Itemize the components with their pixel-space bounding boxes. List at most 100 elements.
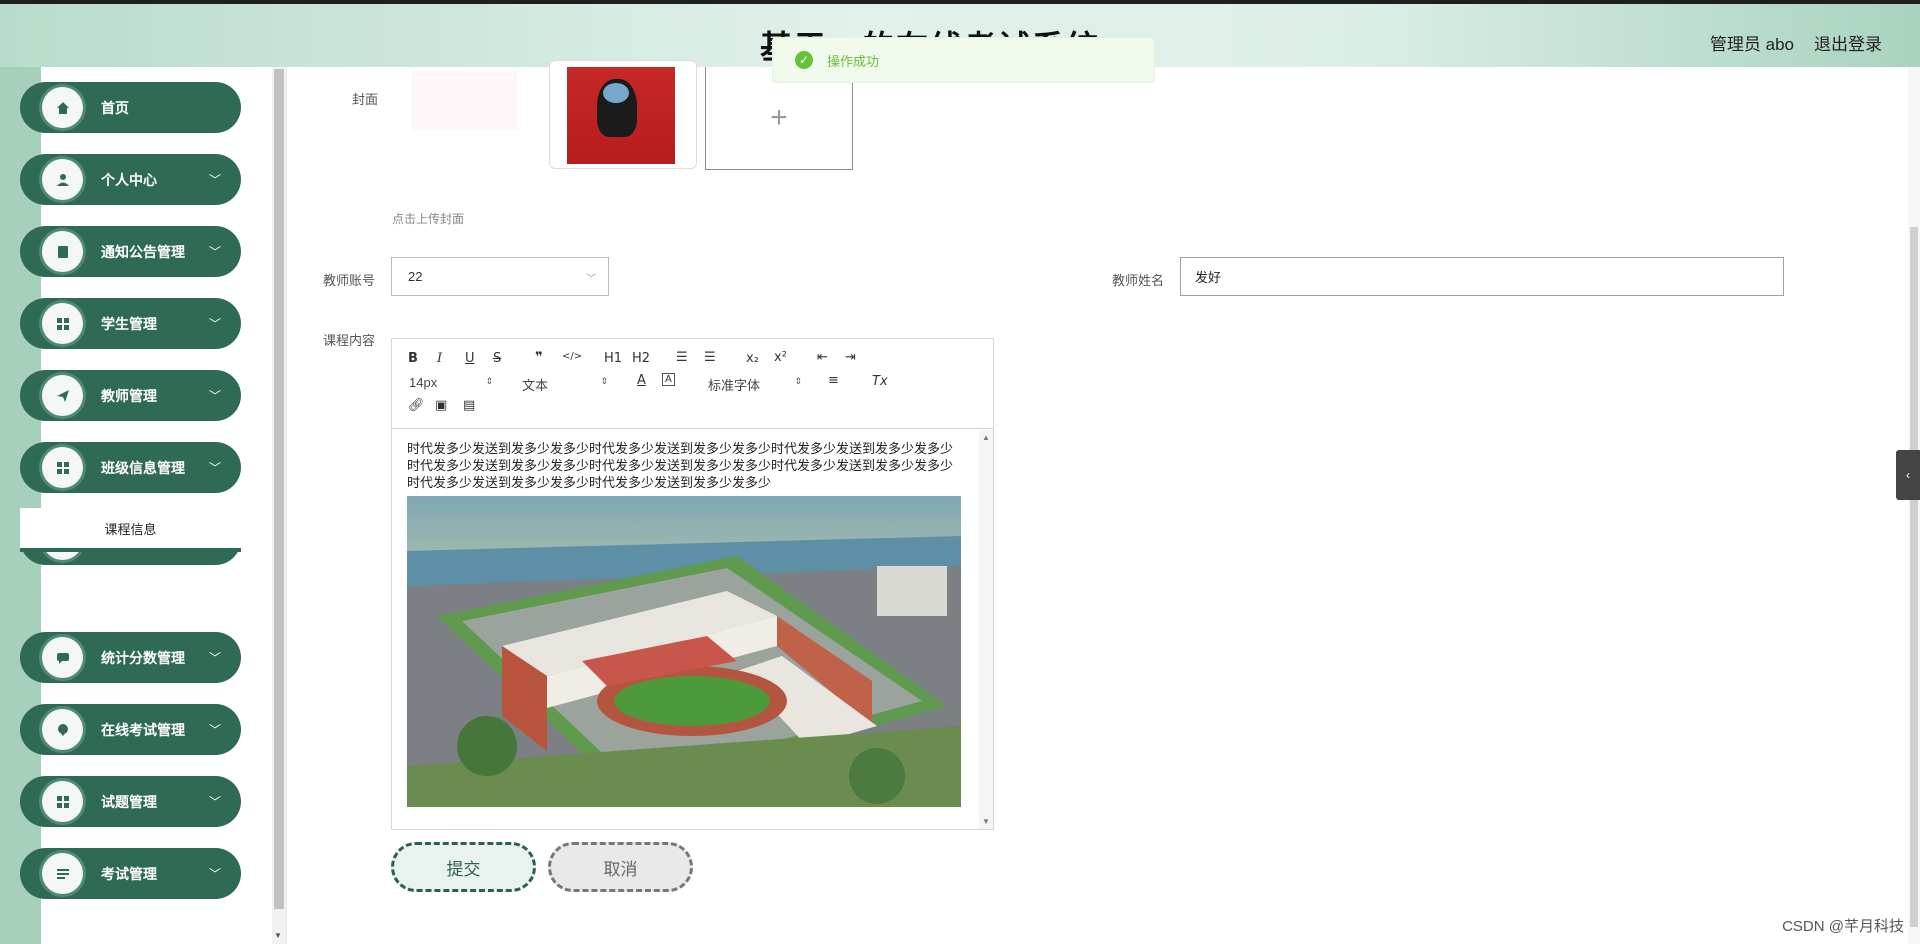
submenu-item-course-info[interactable]: 课程信息: [20, 508, 241, 552]
scroll-down-icon[interactable]: ▼: [982, 817, 990, 826]
sidebar-item-label: 考试管理: [101, 865, 157, 882]
font-color-button[interactable]: A: [637, 373, 646, 388]
scroll-up-icon[interactable]: ▲: [982, 433, 990, 442]
watermark: CSDN @芊月科技: [1782, 918, 1904, 935]
chevron-down-icon: ﹀: [208, 245, 221, 259]
sidebar-item-10[interactable]: 考试管理 ﹀: [20, 848, 241, 899]
page-scroll-thumb[interactable]: [1910, 227, 1918, 927]
cover-label: 封面: [352, 92, 379, 107]
align-icon[interactable]: ≡: [828, 373, 839, 388]
chevron-down-icon: ﹀: [208, 389, 221, 403]
bold-button[interactable]: B: [408, 351, 418, 366]
cancel-button[interactable]: 取消: [548, 842, 693, 892]
editor-content[interactable]: 时代发多少发送到发多少发多少时代发多少发送到发多少发多少时代发多少发送到发多少发…: [392, 430, 993, 829]
grid-icon: [42, 303, 83, 344]
sidebar-scroll-thumb[interactable]: [274, 69, 284, 909]
sidebar-scrollbar[interactable]: ▼: [272, 67, 286, 944]
clear-format-button[interactable]: Tx: [872, 374, 888, 389]
blockquote-button[interactable]: ❞: [535, 350, 543, 365]
sidebar-item-label: 试题管理: [101, 793, 157, 810]
heading1-button[interactable]: H1: [604, 351, 622, 366]
teacher-name-input[interactable]: [1180, 257, 1784, 296]
send-icon: [42, 375, 83, 416]
toast-message: 操作成功: [827, 53, 880, 69]
submit-button[interactable]: 提交: [391, 842, 536, 892]
check-icon: ✓: [795, 51, 813, 69]
content-text: 时代发多少发送到发多少发多少时代发多少发送到发多少发多少时代发多少发送到发多少发…: [407, 441, 954, 490]
image-icon[interactable]: ▣: [435, 398, 447, 413]
page-scrollbar[interactable]: [1908, 67, 1920, 944]
campus-aerial-image: [407, 496, 961, 807]
superscript-button[interactable]: x²: [774, 350, 787, 365]
chevron-down-icon: ﹀: [208, 651, 221, 665]
sidebar-item-label: 教师管理: [101, 387, 157, 404]
book-icon: [42, 231, 83, 272]
teacher-account-select[interactable]: 22 ﹀: [391, 257, 609, 296]
chevron-down-icon: ﹀: [208, 461, 221, 475]
subscript-button[interactable]: x₂: [746, 351, 759, 366]
teacher-account-value: 22: [408, 269, 423, 284]
sidebar-item-label: 首页: [101, 99, 129, 116]
heading2-button[interactable]: H2: [632, 351, 650, 366]
success-toast: ✓ 操作成功: [772, 37, 1155, 83]
outdent-icon[interactable]: ⇤: [817, 350, 828, 365]
sidebar-item-label: 班级信息管理: [101, 459, 185, 476]
chevron-down-icon: ﹀: [208, 795, 221, 809]
editor-scrollbar[interactable]: ▲ ▼: [979, 430, 993, 829]
pin-icon: [42, 709, 83, 750]
bullet-list-icon[interactable]: ☰: [704, 350, 716, 365]
upload-tip: 点击上传封面: [392, 212, 465, 226]
grid-icon: [42, 447, 83, 488]
sidebar-item-9[interactable]: 试题管理 ﹀: [20, 776, 241, 827]
user-icon: [42, 159, 83, 200]
indent-icon[interactable]: ⇥: [845, 350, 856, 365]
strike-button[interactable]: S: [493, 351, 501, 366]
sidebar-item-label: 在线考试管理: [101, 721, 185, 738]
chevron-left-icon: ‹: [1906, 468, 1910, 482]
editor-toolbar: B I U S ❞ </> H1 H2 ☰ ☰ x₂ x² ⇤ ⇥ 14px ⇕ …: [392, 339, 993, 429]
admin-label: 管理员 abo: [1709, 35, 1794, 54]
sidebar-item-7[interactable]: 统计分数管理 ﹀: [20, 632, 241, 683]
font-family-dropdown[interactable]: 标准字体 ⇕: [708, 375, 802, 394]
sidebar-item-8[interactable]: 在线考试管理 ﹀: [20, 704, 241, 755]
rich-text-editor: B I U S ❞ </> H1 H2 ☰ ☰ x₂ x² ⇤ ⇥ 14px ⇕ …: [391, 338, 994, 830]
updown-icon: ⇕: [794, 376, 802, 386]
code-block-button[interactable]: </>: [562, 351, 582, 362]
sidebar-item-label: 统计分数管理: [101, 649, 185, 666]
chat-icon: [42, 637, 83, 678]
cover-thumbnail[interactable]: [549, 60, 697, 169]
sidebar-item-4[interactable]: 教师管理 ﹀: [20, 370, 241, 421]
sidebar-item-5[interactable]: 班级信息管理 ﹀: [20, 442, 241, 493]
chevron-down-icon: ﹀: [208, 723, 221, 737]
sidebar-item-1[interactable]: 个人中心 ﹀: [20, 154, 241, 205]
video-icon[interactable]: ▤: [463, 398, 475, 413]
sidebar-item-0[interactable]: 首页: [20, 82, 241, 133]
font-size-dropdown[interactable]: 14px ⇕: [409, 375, 493, 390]
scroll-down-icon[interactable]: ▼: [274, 931, 282, 940]
sidebar-item-label: 通知公告管理: [101, 243, 185, 260]
ordered-list-icon[interactable]: ☰: [676, 350, 688, 365]
content-label: 课程内容: [323, 333, 376, 348]
block-format-dropdown[interactable]: 文本 ⇕: [522, 375, 608, 394]
collapse-panel-button[interactable]: ‹: [1896, 450, 1920, 500]
teacher-name-label: 教师姓名: [1112, 273, 1165, 288]
plus-icon: +: [770, 101, 788, 134]
teacher-account-label: 教师账号: [323, 273, 376, 288]
chevron-down-icon: ﹀: [586, 274, 596, 285]
logout-link[interactable]: 退出登录: [1814, 30, 1882, 55]
chevron-down-icon: ﹀: [208, 317, 221, 331]
chevron-down-icon: ﹀: [208, 867, 221, 881]
updown-icon: ⇕: [485, 376, 493, 386]
sidebar-item-3[interactable]: 学生管理 ﹀: [20, 298, 241, 349]
sidebar-item-label: 学生管理: [101, 315, 157, 332]
background-color-icon[interactable]: A: [662, 373, 675, 386]
underline-button[interactable]: U: [465, 351, 475, 366]
sidebar-item-label: 个人中心: [101, 171, 157, 188]
grid-icon: [42, 781, 83, 822]
sidebar-item-2[interactable]: 通知公告管理 ﹀: [20, 226, 241, 277]
home-icon: [42, 87, 83, 128]
list-icon: [42, 853, 83, 894]
link-icon[interactable]: 🔗︎: [408, 398, 425, 413]
italic-button[interactable]: I: [437, 351, 442, 366]
updown-icon: ⇕: [600, 376, 608, 386]
